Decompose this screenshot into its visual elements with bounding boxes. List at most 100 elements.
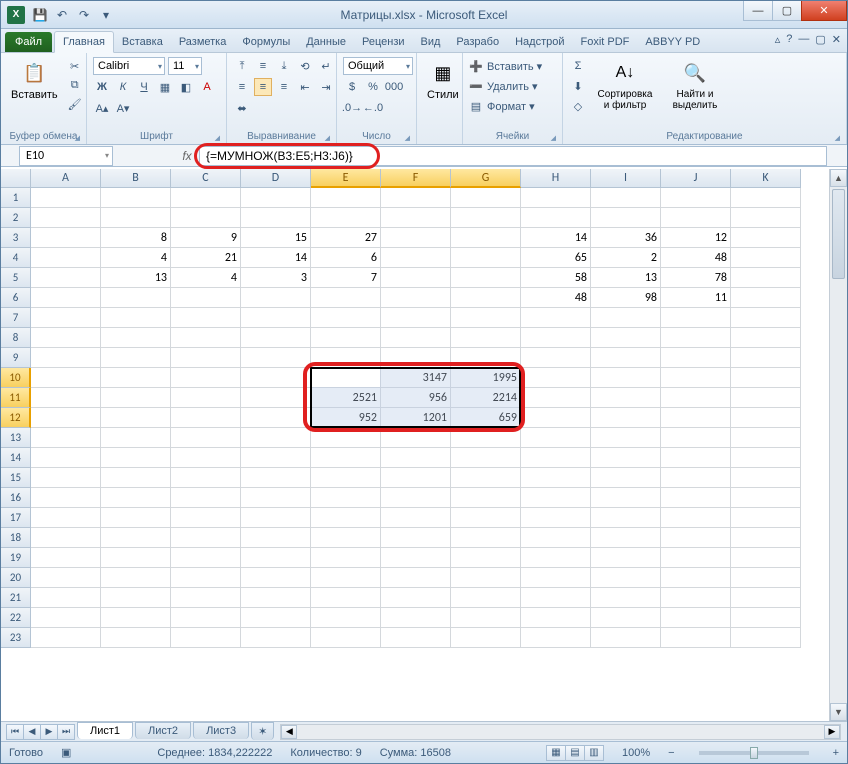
cell-G10[interactable]: 1995 [451,368,521,388]
fx-icon[interactable]: fx [175,149,199,163]
cell-C23[interactable] [171,628,241,648]
cell-C12[interactable] [171,408,241,428]
sort-filter-button[interactable]: A↓ Сортировка и фильтр [591,57,659,113]
cell-J23[interactable] [661,628,731,648]
cell-B14[interactable] [101,448,171,468]
cell-D16[interactable] [241,488,311,508]
cell-A17[interactable] [31,508,101,528]
cell-E1[interactable] [311,188,381,208]
col-header-I[interactable]: I [591,169,661,188]
cell-H1[interactable] [521,188,591,208]
increase-indent-icon[interactable]: ⇥ [317,78,335,96]
cell-G11[interactable]: 2214 [451,388,521,408]
cell-F9[interactable] [381,348,451,368]
row-header-6[interactable]: 6 [1,288,31,308]
cell-B18[interactable] [101,528,171,548]
cell-H23[interactable] [521,628,591,648]
cell-F13[interactable] [381,428,451,448]
cell-A1[interactable] [31,188,101,208]
cell-D14[interactable] [241,448,311,468]
cell-F22[interactable] [381,608,451,628]
cell-A10[interactable] [31,368,101,388]
col-header-E[interactable]: E [311,169,381,188]
cell-H11[interactable] [521,388,591,408]
cell-J20[interactable] [661,568,731,588]
merge-icon[interactable]: ⬌ [233,99,251,117]
cell-F6[interactable] [381,288,451,308]
cell-C4[interactable]: 21 [171,248,241,268]
cell-B16[interactable] [101,488,171,508]
cell-G22[interactable] [451,608,521,628]
cell-J17[interactable] [661,508,731,528]
cell-J3[interactable]: 12 [661,228,731,248]
currency-icon[interactable]: $ [343,78,361,96]
cell-A20[interactable] [31,568,101,588]
cell-K19[interactable] [731,548,801,568]
cell-H7[interactable] [521,308,591,328]
border-icon[interactable]: ▦ [156,78,174,96]
cell-F15[interactable] [381,468,451,488]
cell-E2[interactable] [311,208,381,228]
col-header-D[interactable]: D [241,169,311,188]
cell-K1[interactable] [731,188,801,208]
cell-K10[interactable] [731,368,801,388]
cell-D22[interactable] [241,608,311,628]
row-header-11[interactable]: 11 [1,388,31,408]
cell-I11[interactable] [591,388,661,408]
row-header-5[interactable]: 5 [1,268,31,288]
bold-button[interactable]: Ж [93,78,111,96]
cell-F14[interactable] [381,448,451,468]
qat-redo[interactable]: ↷ [75,6,93,24]
cell-B3[interactable]: 8 [101,228,171,248]
cell-A6[interactable] [31,288,101,308]
cell-B6[interactable] [101,288,171,308]
row-header-18[interactable]: 18 [1,528,31,548]
ribbon-minimize-icon[interactable]: ▵ [775,33,781,46]
cell-E15[interactable] [311,468,381,488]
cell-B20[interactable] [101,568,171,588]
cell-I2[interactable] [591,208,661,228]
cell-A9[interactable] [31,348,101,368]
cell-E5[interactable]: 7 [311,268,381,288]
cell-G1[interactable] [451,188,521,208]
increase-decimal-icon[interactable]: .0→ [343,99,361,117]
formula-input[interactable]: {=МУМНОЖ(B3:E5;H3:J6)} [199,146,827,166]
cell-G19[interactable] [451,548,521,568]
cell-E23[interactable] [311,628,381,648]
cell-J8[interactable] [661,328,731,348]
align-right-icon[interactable]: ≡ [275,78,293,96]
tab-layout[interactable]: Разметка [171,32,235,52]
cell-C21[interactable] [171,588,241,608]
cell-J6[interactable]: 11 [661,288,731,308]
cell-C14[interactable] [171,448,241,468]
cell-K20[interactable] [731,568,801,588]
row-header-3[interactable]: 3 [1,228,31,248]
cell-K22[interactable] [731,608,801,628]
cell-K5[interactable] [731,268,801,288]
cell-H6[interactable]: 48 [521,288,591,308]
cell-C2[interactable] [171,208,241,228]
cell-I1[interactable] [591,188,661,208]
cell-A15[interactable] [31,468,101,488]
cells-format[interactable]: ▤Формат ▾ [469,97,535,115]
cell-E13[interactable] [311,428,381,448]
tab-abbyy[interactable]: ABBYY PD [637,32,708,52]
copy-icon[interactable]: ⧉ [66,76,84,94]
cell-J21[interactable] [661,588,731,608]
underline-button[interactable]: Ч [135,78,153,96]
cell-A19[interactable] [31,548,101,568]
cell-D21[interactable] [241,588,311,608]
cell-D9[interactable] [241,348,311,368]
cell-E19[interactable] [311,548,381,568]
cells-delete[interactable]: ➖Удалить ▾ [469,77,538,95]
cell-G3[interactable] [451,228,521,248]
row-header-16[interactable]: 16 [1,488,31,508]
cell-G14[interactable] [451,448,521,468]
cell-J4[interactable]: 48 [661,248,731,268]
cell-F4[interactable] [381,248,451,268]
cell-A14[interactable] [31,448,101,468]
sheet-nav-first-icon[interactable]: ⏮ [6,724,24,740]
cells[interactable]: 8915271436124211466524813437581378489811… [31,188,829,721]
cell-D23[interactable] [241,628,311,648]
cell-J5[interactable]: 78 [661,268,731,288]
